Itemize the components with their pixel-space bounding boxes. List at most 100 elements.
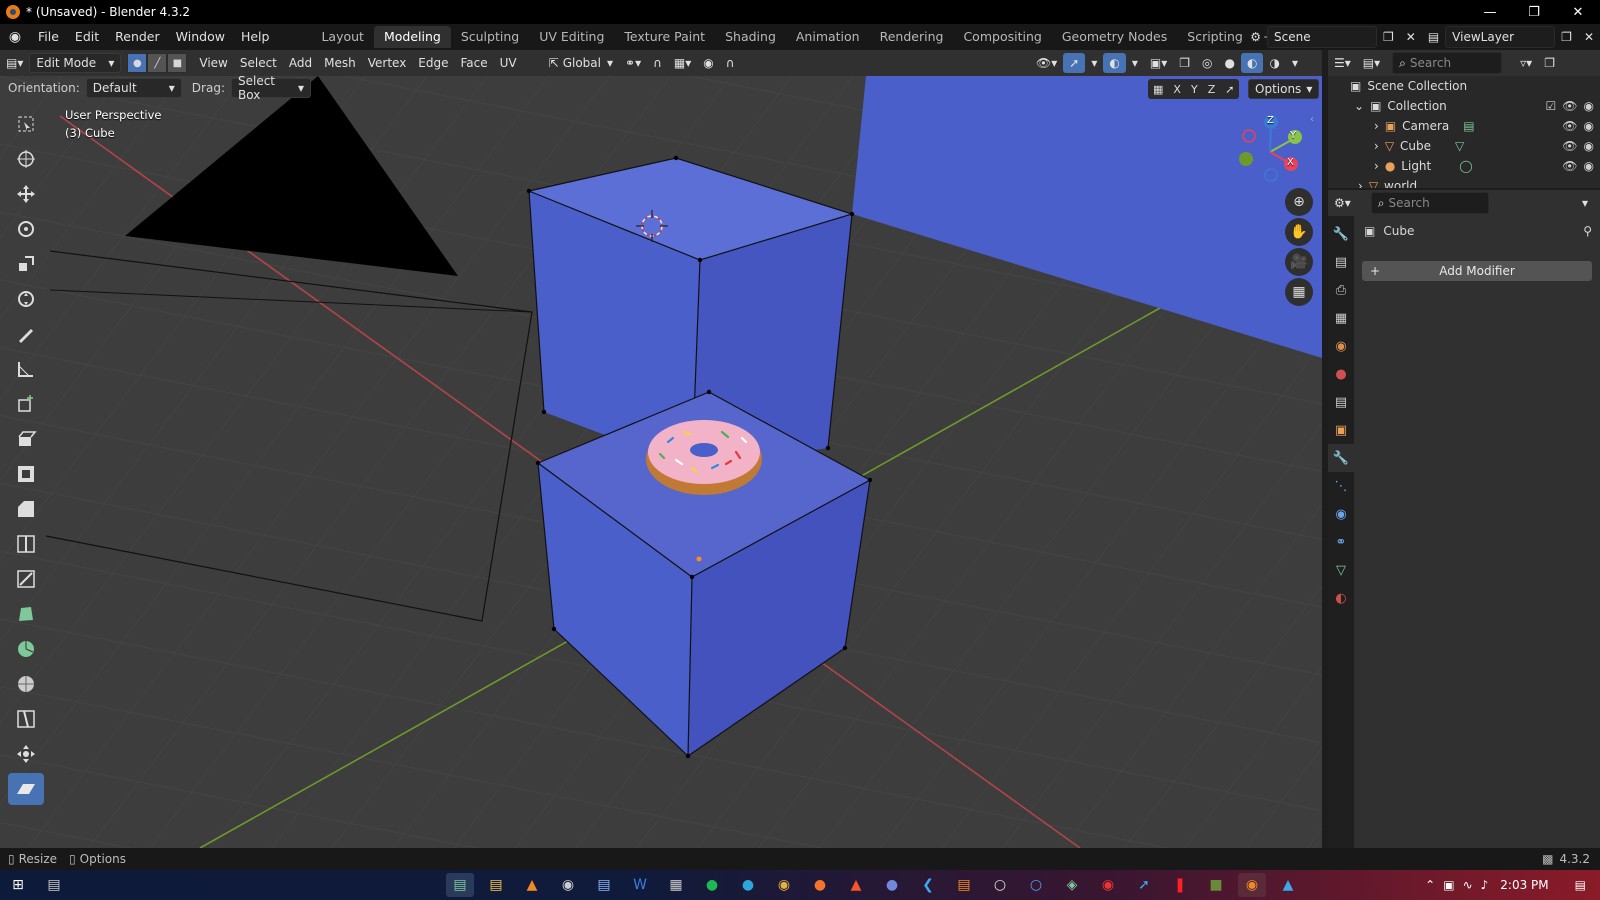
- taskbar-shield-icon[interactable]: ○: [986, 873, 1014, 897]
- menu-edge[interactable]: Edge: [412, 53, 454, 73]
- mesh-data-icon[interactable]: ▽: [1455, 139, 1464, 153]
- rotate-tool-icon[interactable]: [8, 213, 44, 245]
- tab-geometry-nodes[interactable]: Geometry Nodes: [1052, 26, 1177, 48]
- move-tool-icon[interactable]: [8, 178, 44, 210]
- taskbar-firefox-icon[interactable]: ●: [806, 873, 834, 897]
- edge-slide-tool-icon[interactable]: [8, 703, 44, 735]
- volume-icon[interactable]: ♪: [1481, 878, 1489, 892]
- chevron-right-icon[interactable]: ›: [1374, 159, 1379, 173]
- menu-uv[interactable]: UV: [494, 53, 523, 73]
- taskbar-vscode-icon[interactable]: ❮: [914, 873, 942, 897]
- object-tab-icon[interactable]: ▣: [1328, 416, 1354, 444]
- taskbar-brave-icon[interactable]: ▲: [842, 873, 870, 897]
- constraints-tab-icon[interactable]: ⚭: [1328, 528, 1354, 556]
- collection-tab-icon[interactable]: ▤: [1328, 388, 1354, 416]
- menu-window[interactable]: Window: [168, 26, 233, 48]
- taskbar-discord-icon[interactable]: ●: [878, 873, 906, 897]
- physics-tab-icon[interactable]: ◉: [1328, 500, 1354, 528]
- delete-scene-icon[interactable]: ✕: [1400, 27, 1422, 47]
- tab-sculpting[interactable]: Sculpting: [451, 26, 529, 48]
- data-tab-icon[interactable]: ▽: [1328, 556, 1354, 584]
- taskbar-edge-icon[interactable]: ●: [734, 873, 762, 897]
- chevron-down-icon[interactable]: ⌄: [1354, 99, 1364, 113]
- new-view-layer-icon[interactable]: ❐: [1555, 27, 1578, 47]
- shading-dropdown-icon[interactable]: ▾: [1286, 53, 1304, 73]
- taskbar-sublime-icon[interactable]: ▤: [950, 873, 978, 897]
- scale-tool-icon[interactable]: [8, 248, 44, 280]
- properties-editor-icon[interactable]: ⚙▾: [1328, 193, 1357, 213]
- transform-tool-icon[interactable]: [8, 283, 44, 315]
- menu-face[interactable]: Face: [455, 53, 494, 73]
- gizmo-dropdown-icon[interactable]: ▾: [1085, 53, 1103, 73]
- outliner-editor-icon[interactable]: ☰▾: [1328, 53, 1357, 73]
- camera-render-icon[interactable]: ◉: [1584, 99, 1594, 113]
- chevron-right-icon[interactable]: ›: [1358, 179, 1363, 188]
- add-cube-tool-icon[interactable]: [8, 388, 44, 420]
- new-scene-icon[interactable]: ❐: [1377, 27, 1400, 47]
- taskbar-shield2-icon[interactable]: ○: [1022, 873, 1050, 897]
- display-mode-icon[interactable]: ▤▾: [1357, 53, 1386, 73]
- select-box-tool-icon[interactable]: [8, 108, 44, 140]
- camera-render-icon[interactable]: ◉: [1584, 159, 1594, 173]
- output-tab-icon[interactable]: ⎙: [1328, 276, 1354, 304]
- outliner-row-light[interactable]: › ● Light ◯ 👁 ◉: [1328, 156, 1600, 176]
- perspective-toggle-icon[interactable]: ▦: [1285, 278, 1313, 306]
- transform-orientation-dropdown[interactable]: ⇱ Global ▾: [543, 53, 619, 73]
- snap-target-icon[interactable]: ▦▾: [668, 53, 697, 73]
- visibility-icon[interactable]: 👁▾: [1030, 53, 1063, 73]
- tab-modeling[interactable]: Modeling: [373, 26, 451, 48]
- annotate-tool-icon[interactable]: [8, 318, 44, 350]
- taskbar-red-icon[interactable]: ❚: [1166, 873, 1194, 897]
- tab-shading[interactable]: Shading: [715, 26, 786, 48]
- taskbar-minecraft-icon[interactable]: ■: [1202, 873, 1230, 897]
- render-tab-icon[interactable]: ▤: [1328, 248, 1354, 276]
- outliner-search[interactable]: ⌕ Search: [1392, 52, 1503, 74]
- outliner-row-world[interactable]: › ▽ world: [1328, 176, 1600, 188]
- xray-icon[interactable]: ❐: [1173, 53, 1196, 73]
- taskbar-word-icon[interactable]: W: [626, 873, 654, 897]
- tab-animation[interactable]: Animation: [786, 26, 870, 48]
- tab-rendering[interactable]: Rendering: [870, 26, 954, 48]
- bevel-tool-icon[interactable]: [8, 493, 44, 525]
- menu-file[interactable]: File: [30, 26, 67, 48]
- world-tab-icon[interactable]: ●: [1328, 360, 1354, 388]
- checkbox-icon[interactable]: ☑: [1546, 99, 1557, 113]
- extrude-tool-icon[interactable]: [8, 423, 44, 455]
- mirror-z-toggle[interactable]: Z: [1203, 83, 1221, 96]
- taskbar-blender-icon[interactable]: ◉: [1238, 873, 1266, 897]
- taskbar-calculator-icon[interactable]: ▦: [662, 873, 690, 897]
- gizmo-y-label[interactable]: Y: [1290, 130, 1296, 141]
- menu-render[interactable]: Render: [107, 26, 168, 48]
- mesh-edit-overlays-icon[interactable]: ▣▾: [1144, 53, 1173, 73]
- camera-data-icon[interactable]: ▤: [1463, 119, 1474, 133]
- mirror-x-toggle[interactable]: X: [1168, 83, 1186, 96]
- scene-tab-icon[interactable]: ◉: [1328, 332, 1354, 360]
- view-layer-icon[interactable]: ▤: [1422, 27, 1445, 47]
- taskbar-app-icon[interactable]: ◉: [554, 873, 582, 897]
- taskbar-chrome-icon[interactable]: ◉: [770, 873, 798, 897]
- restore-icon[interactable]: ❐: [1512, 0, 1556, 24]
- outliner-row-camera[interactable]: › ▣ Camera ▤ 👁 ◉: [1328, 116, 1600, 136]
- taskbar-notepad-icon[interactable]: ▤: [590, 873, 618, 897]
- outliner-row-collection[interactable]: ⌄ ▣ Collection ☑ 👁 ◉: [1328, 96, 1600, 116]
- windows-start-icon[interactable]: ⊞: [4, 873, 32, 897]
- pan-hand-icon[interactable]: ✋: [1285, 218, 1313, 246]
- taskbar-vlc-icon[interactable]: ▲: [518, 873, 546, 897]
- camera-view-icon[interactable]: 🎥: [1285, 248, 1313, 276]
- wifi-icon[interactable]: ∿: [1463, 878, 1473, 892]
- scene-icon[interactable]: ⚙: [1244, 27, 1267, 47]
- notifications-icon[interactable]: ▤: [1575, 878, 1586, 892]
- mirror-icon[interactable]: ▦: [1148, 83, 1168, 96]
- tab-uv-editing[interactable]: UV Editing: [529, 26, 614, 48]
- smooth-tool-icon[interactable]: [8, 668, 44, 700]
- camera-render-icon[interactable]: ◉: [1584, 119, 1594, 133]
- options-dropdown[interactable]: Options ▾: [1248, 79, 1320, 99]
- poly-build-tool-icon[interactable]: [8, 598, 44, 630]
- tray-chevron-up-icon[interactable]: ⌃: [1425, 878, 1435, 892]
- menu-vertex[interactable]: Vertex: [362, 53, 413, 73]
- taskbar-explorer-icon[interactable]: ▤: [482, 873, 510, 897]
- tab-scripting[interactable]: Scripting: [1177, 26, 1253, 48]
- camera-render-icon[interactable]: ◉: [1584, 139, 1594, 153]
- taskbar-game-icon[interactable]: ◈: [1058, 873, 1086, 897]
- menu-mesh[interactable]: Mesh: [318, 53, 362, 73]
